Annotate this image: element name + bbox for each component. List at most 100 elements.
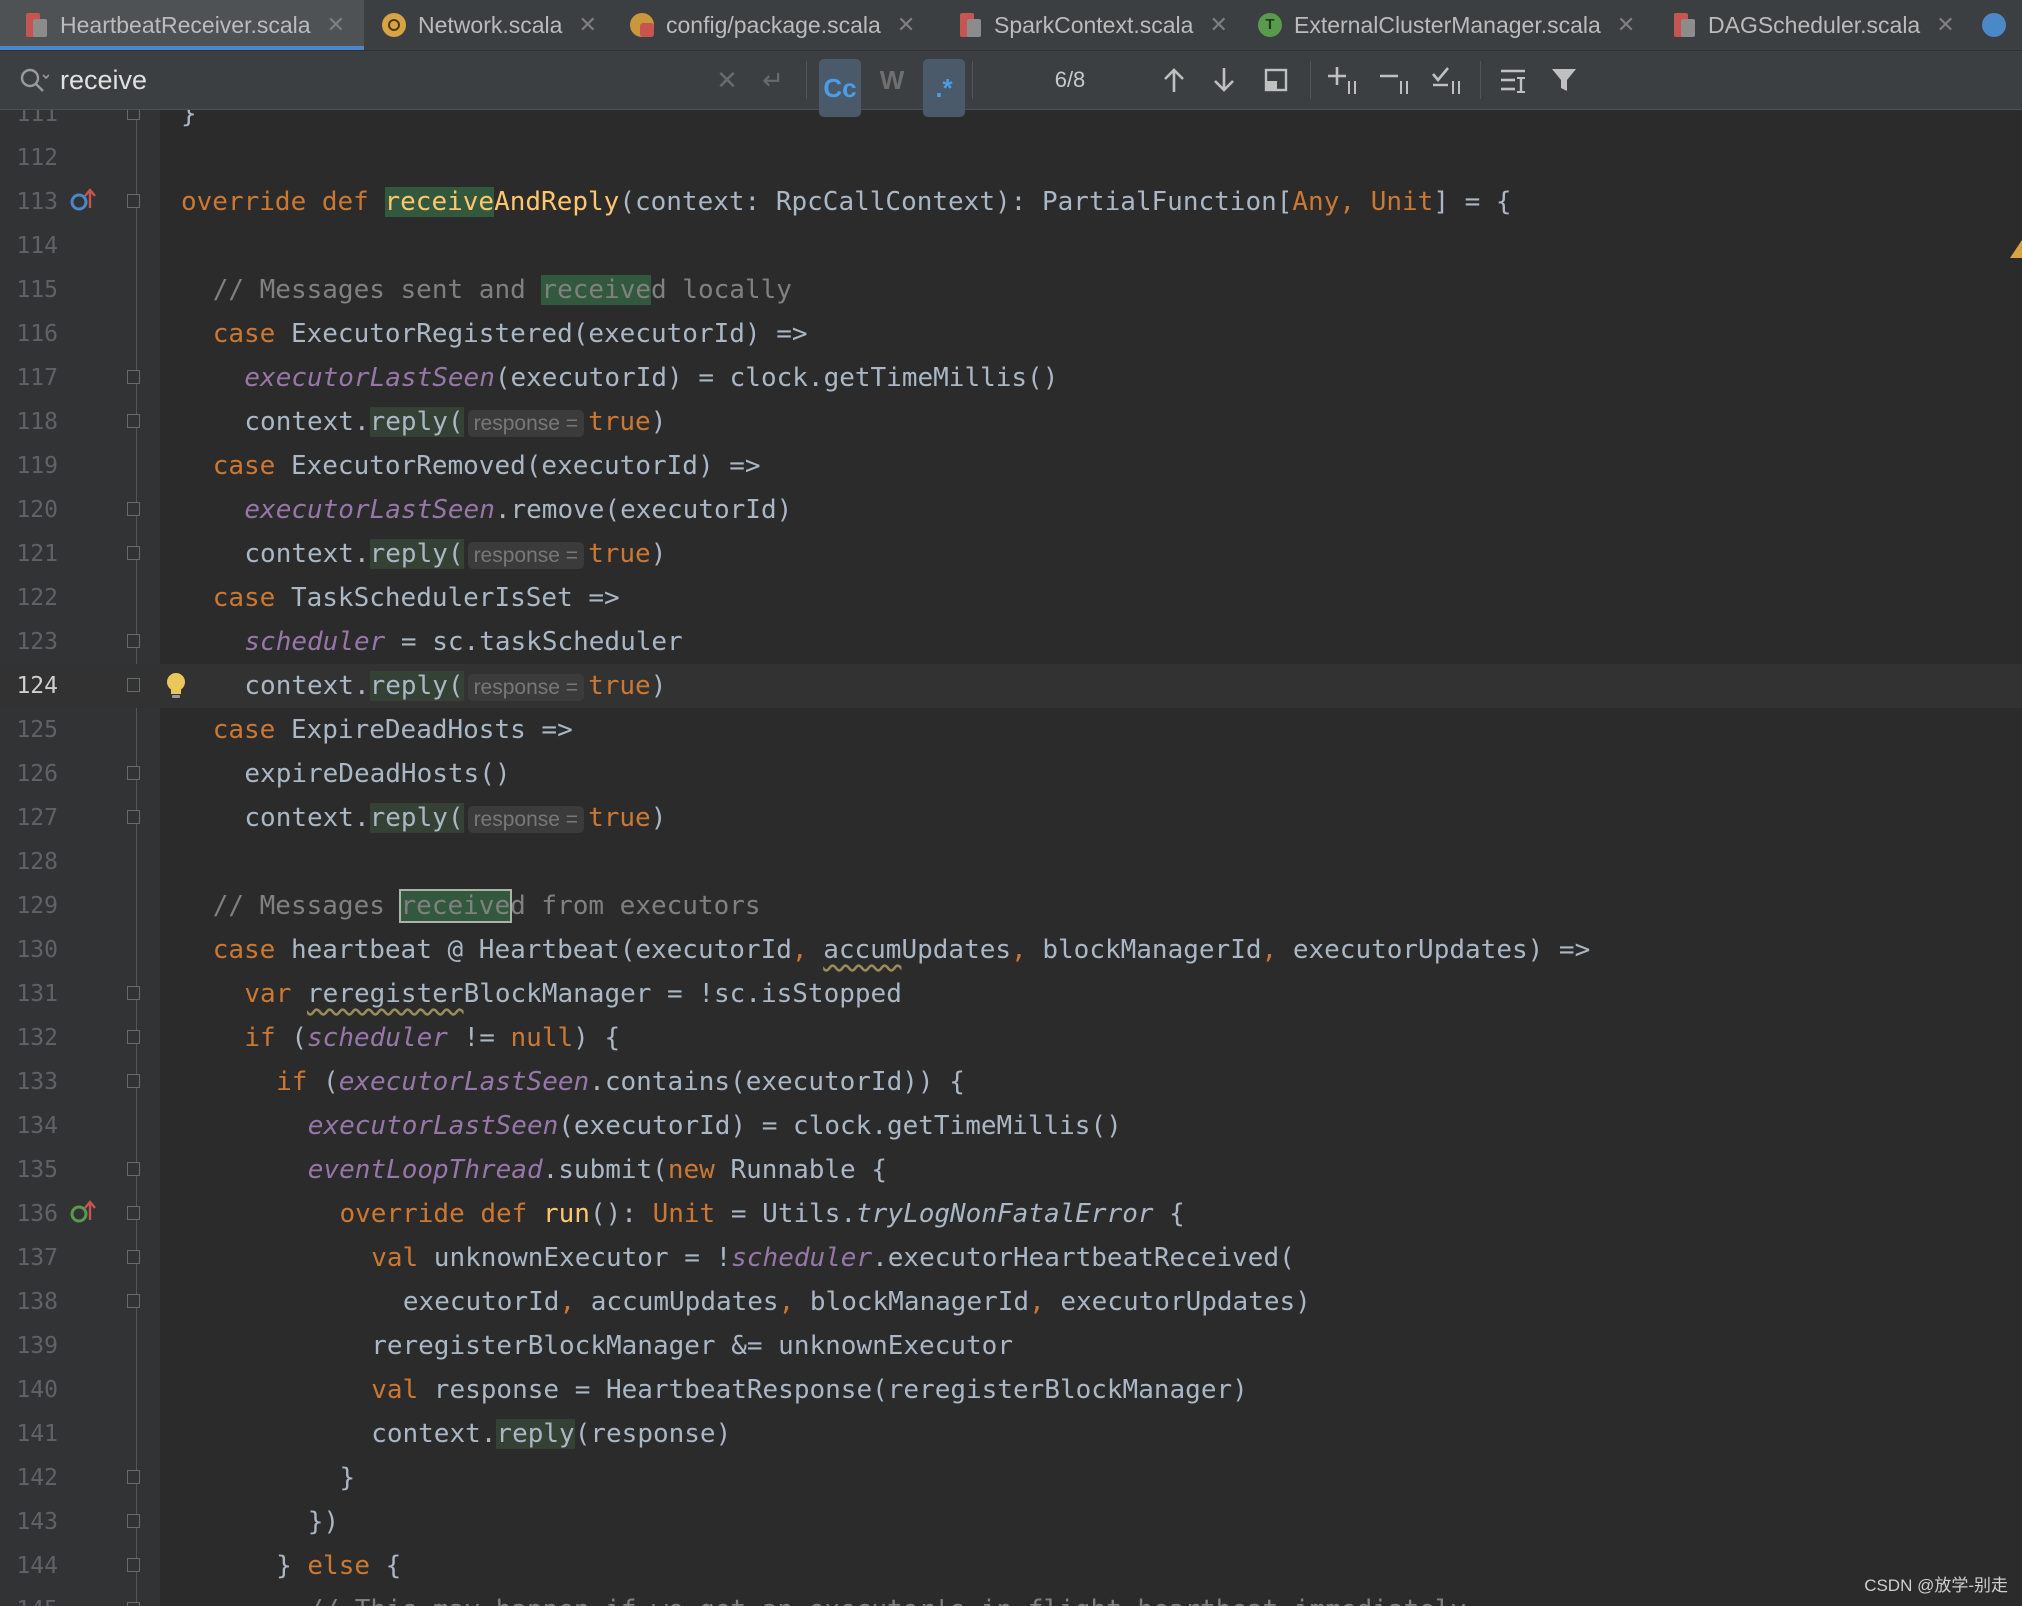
code-line[interactable]: 115 // Messages sent and received locally — [0, 268, 2022, 312]
code-line[interactable]: 120 executorLastSeen.remove(executorId) — [0, 488, 2022, 532]
line-number[interactable]: 113 — [0, 180, 58, 224]
code-text[interactable]: override def receiveAndReply(context: Rp… — [181, 180, 1512, 224]
code-text[interactable]: if (scheduler != null) { — [244, 1016, 620, 1060]
multiline-icon[interactable] — [1494, 51, 1534, 109]
code-text[interactable]: context.reply(response = true) — [244, 796, 666, 842]
code-text[interactable]: executorLastSeen(executorId) = clock.get… — [244, 356, 1058, 400]
code-text[interactable]: override def run(): Unit = Utils.tryLogN… — [340, 1192, 1185, 1236]
code-line[interactable]: 144} else { — [0, 1544, 2022, 1588]
fold-marker-icon[interactable] — [127, 678, 140, 692]
line-number[interactable]: 129 — [0, 884, 58, 928]
line-number[interactable]: 126 — [0, 752, 58, 796]
line-number[interactable]: 133 — [0, 1060, 58, 1104]
code-text[interactable]: context.reply(response = true) — [244, 532, 666, 578]
filter-icon[interactable] — [1546, 51, 1582, 109]
code-text[interactable]: case heartbeat @ Heartbeat(executorId, a… — [213, 928, 1591, 972]
code-line[interactable]: 119 case ExecutorRemoved(executorId) => — [0, 444, 2022, 488]
fold-marker-icon[interactable] — [127, 1206, 140, 1220]
close-icon[interactable]: ✕ — [897, 12, 915, 38]
code-line[interactable]: 141 context.reply(response) — [0, 1412, 2022, 1456]
fold-marker-icon[interactable] — [127, 194, 140, 208]
fold-marker-icon[interactable] — [127, 1030, 140, 1044]
line-number[interactable]: 114 — [0, 224, 58, 268]
intention-bulb-icon[interactable] — [165, 672, 187, 700]
code-text[interactable]: eventLoopThread.submit(new Runnable { — [308, 1148, 887, 1192]
fold-marker-icon[interactable] — [127, 110, 140, 120]
code-line[interactable]: 132 if (scheduler != null) { — [0, 1016, 2022, 1060]
code-line[interactable]: 121 context.reply(response = true) — [0, 532, 2022, 576]
fold-marker-icon[interactable] — [127, 1602, 140, 1606]
search-icon[interactable] — [14, 51, 54, 109]
line-number[interactable]: 141 — [0, 1412, 58, 1456]
code-line[interactable]: 139 reregisterBlockManager &= unknownExec… — [0, 1324, 2022, 1368]
open-in-window-icon[interactable] — [1258, 51, 1294, 109]
match-case-toggle[interactable]: Cc — [819, 59, 861, 117]
tab-heartbeat-receiver[interactable]: HeartbeatReceiver.scala ✕ — [0, 0, 364, 50]
code-text[interactable]: } — [340, 1456, 356, 1500]
code-line[interactable]: 126 expireDeadHosts() — [0, 752, 2022, 796]
code-text[interactable]: val response = HeartbeatResponse(reregis… — [371, 1368, 1248, 1412]
line-number[interactable]: 135 — [0, 1148, 58, 1192]
close-icon[interactable]: ✕ — [1617, 12, 1635, 38]
code-text[interactable]: } else { — [276, 1544, 401, 1588]
fold-marker-icon[interactable] — [127, 1514, 140, 1528]
code-text[interactable]: case ExecutorRemoved(executorId) => — [213, 444, 761, 488]
code-text[interactable]: context.reply(response) — [371, 1412, 731, 1456]
implements-method-icon[interactable] — [70, 188, 96, 214]
code-line[interactable]: 117 executorLastSeen(executorId) = clock.… — [0, 356, 2022, 400]
code-text[interactable]: context.reply(response = true) — [244, 400, 666, 446]
select-all-occurrences-icon[interactable] — [1428, 51, 1468, 109]
fold-marker-icon[interactable] — [127, 1558, 140, 1572]
line-number[interactable]: 127 — [0, 796, 58, 840]
code-line[interactable]: 116 case ExecutorRegistered(executorId) =… — [0, 312, 2022, 356]
code-text[interactable]: case ExpireDeadHosts => — [213, 708, 573, 752]
line-number[interactable]: 131 — [0, 972, 58, 1016]
code-line[interactable]: 133 if (executorLastSeen.contains(executo… — [0, 1060, 2022, 1104]
line-number[interactable]: 139 — [0, 1324, 58, 1368]
code-text[interactable]: if (executorLastSeen.contains(executorId… — [276, 1060, 965, 1104]
line-number[interactable]: 128 — [0, 840, 58, 884]
line-number[interactable]: 142 — [0, 1456, 58, 1500]
tab-spark-context[interactable]: SparkContext.scala ✕ — [958, 0, 1228, 50]
close-icon[interactable]: ✕ — [1209, 12, 1227, 38]
close-icon[interactable]: ✕ — [578, 12, 596, 38]
line-number[interactable]: 118 — [0, 400, 58, 444]
new-line-icon[interactable]: ↵ — [756, 51, 790, 109]
code-line[interactable]: 142} — [0, 1456, 2022, 1500]
fold-marker-icon[interactable] — [127, 634, 140, 648]
close-icon[interactable]: ✕ — [1936, 12, 1954, 38]
code-line[interactable]: 135 eventLoopThread.submit(new Runnable { — [0, 1148, 2022, 1192]
fold-marker-icon[interactable] — [127, 1294, 140, 1308]
line-number[interactable]: 134 — [0, 1104, 58, 1148]
code-text[interactable]: // Messages received from executors — [213, 884, 761, 928]
line-number[interactable]: 140 — [0, 1368, 58, 1412]
line-number[interactable]: 132 — [0, 1016, 58, 1060]
add-selection-icon[interactable] — [1324, 51, 1364, 109]
line-number[interactable]: 136 — [0, 1192, 58, 1236]
regex-toggle[interactable]: .* — [923, 59, 965, 117]
code-line[interactable]: 112 — [0, 136, 2022, 180]
code-line[interactable]: 122 case TaskSchedulerIsSet => — [0, 576, 2022, 620]
fold-marker-icon[interactable] — [127, 1250, 140, 1264]
code-line[interactable]: 140 val response = HeartbeatResponse(rere… — [0, 1368, 2022, 1412]
code-text[interactable]: val unknownExecutor = !scheduler.executo… — [371, 1236, 1295, 1280]
fold-marker-icon[interactable] — [127, 1162, 140, 1176]
tab-config-package[interactable]: config/package.scala ✕ — [630, 0, 915, 50]
line-number[interactable]: 115 — [0, 268, 58, 312]
tab-overflow[interactable] — [1982, 0, 2018, 50]
code-line[interactable]: 118 context.reply(response = true) — [0, 400, 2022, 444]
fold-marker-icon[interactable] — [127, 370, 140, 384]
line-number[interactable]: 123 — [0, 620, 58, 664]
code-text[interactable]: }) — [308, 1500, 339, 1544]
code-editor[interactable]: 111} 112 113 override def receiveAndReply(c… — [0, 110, 2022, 1606]
code-line[interactable]: 138 executorId, accumUpdates, blockManage… — [0, 1280, 2022, 1324]
words-toggle[interactable]: W — [872, 51, 912, 109]
line-number[interactable]: 137 — [0, 1236, 58, 1280]
code-text[interactable]: case ExecutorRegistered(executorId) => — [213, 312, 808, 356]
close-icon[interactable]: ✕ — [327, 12, 345, 38]
search-input[interactable] — [60, 63, 700, 97]
code-text[interactable]: executorId, accumUpdates, blockManagerId… — [403, 1280, 1311, 1324]
tab-network[interactable]: Network.scala ✕ — [382, 0, 597, 50]
code-line[interactable]: 123 scheduler = sc.taskScheduler — [0, 620, 2022, 664]
code-line[interactable]: 124 context.reply(response = true) — [0, 664, 2022, 708]
